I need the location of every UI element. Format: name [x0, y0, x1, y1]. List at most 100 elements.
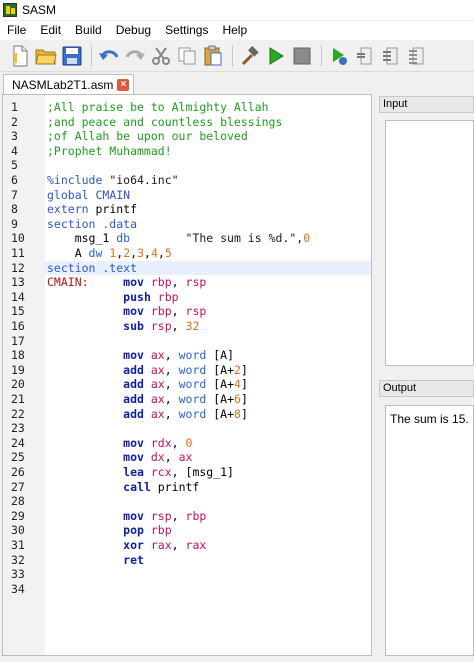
input-textarea[interactable] [385, 120, 474, 366]
code-token: "io64.inc" [109, 173, 179, 187]
line-number: 29 [11, 508, 25, 523]
code-line[interactable]: add ax, word [A+2] [47, 363, 248, 378]
tab-label: NASMLab2T1.asm [12, 77, 114, 92]
output-textarea[interactable]: The sum is 15. [385, 405, 474, 656]
code-token: , [144, 246, 151, 260]
menu-edit[interactable]: Edit [33, 21, 68, 40]
code-line[interactable]: ret [47, 553, 144, 568]
code-token: , [164, 362, 179, 377]
code-token: ax [150, 392, 165, 406]
code-line[interactable]: mov ax, word [A] [47, 348, 234, 363]
code-token: , [164, 392, 179, 406]
undo-icon[interactable] [97, 44, 121, 68]
code-token: 6 [234, 392, 241, 406]
code-line[interactable]: extern printf [47, 202, 137, 217]
tab-close-icon[interactable]: × [117, 78, 130, 91]
line-number: 15 [11, 304, 25, 319]
code-token: 2 [234, 362, 241, 377]
code-token: add [123, 392, 151, 406]
code-line[interactable]: global CMAIN [47, 188, 130, 203]
code-token: mov [123, 304, 151, 319]
tab-nasmlab2t1[interactable]: NASMLab2T1.asm × [3, 74, 135, 94]
code-line[interactable]: %include "io64.inc" [47, 173, 179, 188]
code-token: , [171, 435, 186, 450]
code-line[interactable]: msg_1 db "The sum is %d.",0 [47, 231, 310, 246]
redo-icon[interactable] [123, 44, 147, 68]
code-line[interactable]: xor rax, rax [47, 538, 206, 553]
code-line[interactable]: push rbp [47, 290, 178, 305]
code-line[interactable]: mov rbp, rsp [47, 304, 206, 319]
debug-icon[interactable] [327, 44, 351, 68]
code-line[interactable]: sub rsp, 32 [47, 319, 199, 334]
code-token: word [178, 348, 214, 363]
code-token: , [164, 406, 179, 421]
line-number: 10 [11, 231, 25, 246]
code-token: , [164, 348, 179, 363]
code-line[interactable]: lea rcx, [msg_1] [47, 465, 234, 480]
menu-debug[interactable]: Debug [109, 21, 158, 40]
code-line[interactable]: mov dx, ax [47, 450, 192, 465]
line-number: 13 [11, 275, 25, 290]
code-line[interactable]: ;Prophet Muhammad! [47, 144, 172, 159]
code-line[interactable]: CMAIN: mov rbp, rsp [47, 275, 206, 290]
code-token: ax [150, 362, 165, 377]
step-over-icon[interactable] [379, 44, 403, 68]
run-icon[interactable] [264, 44, 288, 68]
code-token: section .text [47, 260, 138, 275]
line-number: 26 [11, 465, 25, 479]
code-token: ret [123, 552, 144, 567]
code-token: rsp [150, 319, 172, 333]
paste-icon[interactable] [201, 44, 225, 68]
code-token: xor [123, 538, 151, 552]
code-line[interactable]: A dw 1,2,3,4,5 [47, 246, 172, 261]
line-number: 24 [11, 435, 25, 450]
code-token: call [123, 479, 158, 494]
code-token: ax [150, 348, 165, 363]
code-line[interactable]: ;and peace and countless blessings [47, 115, 282, 130]
code-line[interactable]: call printf [47, 480, 199, 495]
open-folder-icon[interactable] [34, 44, 58, 68]
code-line[interactable]: add ax, word [A+4] [47, 377, 248, 392]
code-token: db [116, 231, 131, 246]
menu-file[interactable]: File [0, 21, 33, 40]
cut-icon[interactable] [149, 44, 173, 68]
code-line[interactable]: pop rbp [47, 523, 171, 538]
code-token: word [178, 362, 214, 377]
code-token: sub [123, 319, 151, 333]
code-token: ] [240, 406, 248, 421]
code-editor[interactable]: 1 2 3 4 5 6 7 8 9 10 11 12 13 14 15 16 17 18 19 20 21 22 23 24 2… [2, 94, 372, 656]
code-line[interactable]: ;of Allah be upon our beloved [47, 129, 248, 144]
code-line[interactable]: add ax, word [A+8] [47, 407, 248, 422]
code-token: [A+ [213, 392, 234, 406]
stop-icon[interactable] [290, 44, 314, 68]
line-number: 3 [11, 129, 18, 144]
copy-icon[interactable] [175, 44, 199, 68]
line-number: 30 [11, 523, 25, 538]
line-number: 14 [11, 289, 25, 304]
step-into-icon[interactable] [353, 44, 377, 68]
output-text: The sum is 15. [390, 412, 469, 426]
code-line[interactable]: section .data [47, 217, 137, 232]
step-out-icon[interactable] [405, 44, 429, 68]
code-token: add [123, 362, 151, 377]
menu-help[interactable]: Help [215, 21, 254, 40]
code-line[interactable]: mov rdx, 0 [47, 436, 192, 451]
code-token: , [171, 465, 186, 479]
code-line[interactable]: add ax, word [A+6] [47, 392, 248, 407]
code-line[interactable]: section .text [47, 261, 137, 276]
line-number: 21 [11, 392, 25, 406]
menu-settings[interactable]: Settings [158, 21, 215, 40]
code-token: ;of Allah be upon our beloved [47, 129, 248, 144]
menu-build[interactable]: Build [68, 21, 109, 40]
code-line[interactable]: mov rsp, rbp [47, 509, 206, 524]
code-line[interactable]: ;All praise be to Almighty Allah [47, 100, 269, 115]
build-hammer-icon[interactable] [238, 44, 262, 68]
new-file-icon[interactable] [8, 44, 32, 68]
code-token: printf [95, 202, 138, 217]
save-icon[interactable] [60, 44, 84, 68]
